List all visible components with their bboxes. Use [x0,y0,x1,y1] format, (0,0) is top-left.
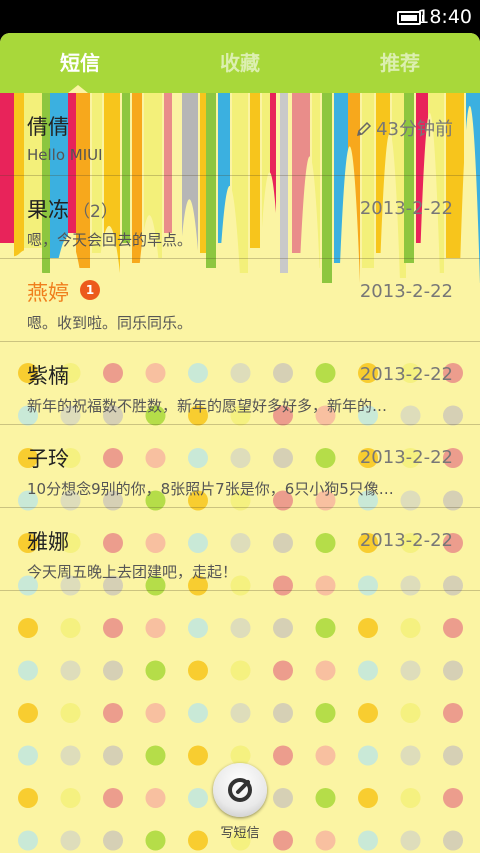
active-tab-indicator [68,85,88,93]
screen: 18:40 短信 收藏 推荐 倩倩 43分钟前 Hello MIUI 果冻 （2… [0,0,480,853]
conversation-date: 2013-2-22 [359,198,453,219]
draft-pencil-icon [357,121,372,137]
tab-favorites[interactable]: 收藏 [160,33,320,93]
status-bar: 18:40 [0,0,480,33]
contact-name: 果冻 （2） [27,194,118,224]
conversation-row[interactable]: 雅娜 2013-2-22 今天周五晚上去团建吧，走起！ [0,508,480,591]
contact-name-text: 果冻 [27,198,69,222]
message-preview: 10分想念9别的你，8张照片7张是你，6只小狗5只像… [27,480,394,498]
status-time: 18:40 [417,6,472,28]
compose-icon[interactable] [213,763,267,817]
tab-messages[interactable]: 短信 [0,33,160,93]
message-preview: Hello MIUI [27,146,103,164]
conversation-row[interactable]: 紫楠 2013-2-22 新年的祝福数不胜数，新年的愿望好多好多，新年的… [0,342,480,425]
compose-label: 写短信 [220,826,260,841]
conversation-date: 2013-2-22 [359,281,453,302]
conversation-date: 2013-2-22 [359,364,453,385]
conversation-date-text: 43分钟前 [376,119,453,140]
message-preview: 嗯，今天会回去的早点。 [27,231,193,249]
contact-name: 紫楠 [27,364,69,388]
conversation-row[interactable]: 燕婷 1 2013-2-22 嗯。收到啦。同乐同乐。 [0,259,480,342]
conversation-row[interactable]: 倩倩 43分钟前 Hello MIUI [0,93,480,176]
message-preview: 嗯。收到啦。同乐同乐。 [27,314,193,332]
tab-bar: 短信 收藏 推荐 [0,33,480,93]
unread-badge: 1 [80,280,100,300]
conversation-date: 43分钟前 [356,115,453,141]
conversation-date: 2013-2-22 [359,530,453,551]
compose-button[interactable]: 写短信 [212,763,268,841]
messaging-panel: 短信 收藏 推荐 倩倩 43分钟前 Hello MIUI 果冻 （2） 2013-… [0,33,480,853]
conversation-date: 2013-2-22 [359,447,453,468]
message-count: （2） [73,202,118,222]
conversation-row[interactable]: 子玲 2013-2-22 10分想念9别的你，8张照片7张是你，6只小狗5只像… [0,425,480,508]
message-preview: 新年的祝福数不胜数，新年的愿望好多好多，新年的… [27,397,388,415]
contact-name: 子玲 [27,447,69,471]
conversation-row[interactable]: 果冻 （2） 2013-2-22 嗯，今天会回去的早点。 [0,176,480,259]
contact-name: 倩倩 [27,115,69,139]
contact-name: 雅娜 [27,530,69,554]
message-preview: 今天周五晚上去团建吧，走起！ [27,563,238,581]
contact-name: 燕婷 [27,281,69,305]
tab-recommended[interactable]: 推荐 [320,33,480,93]
